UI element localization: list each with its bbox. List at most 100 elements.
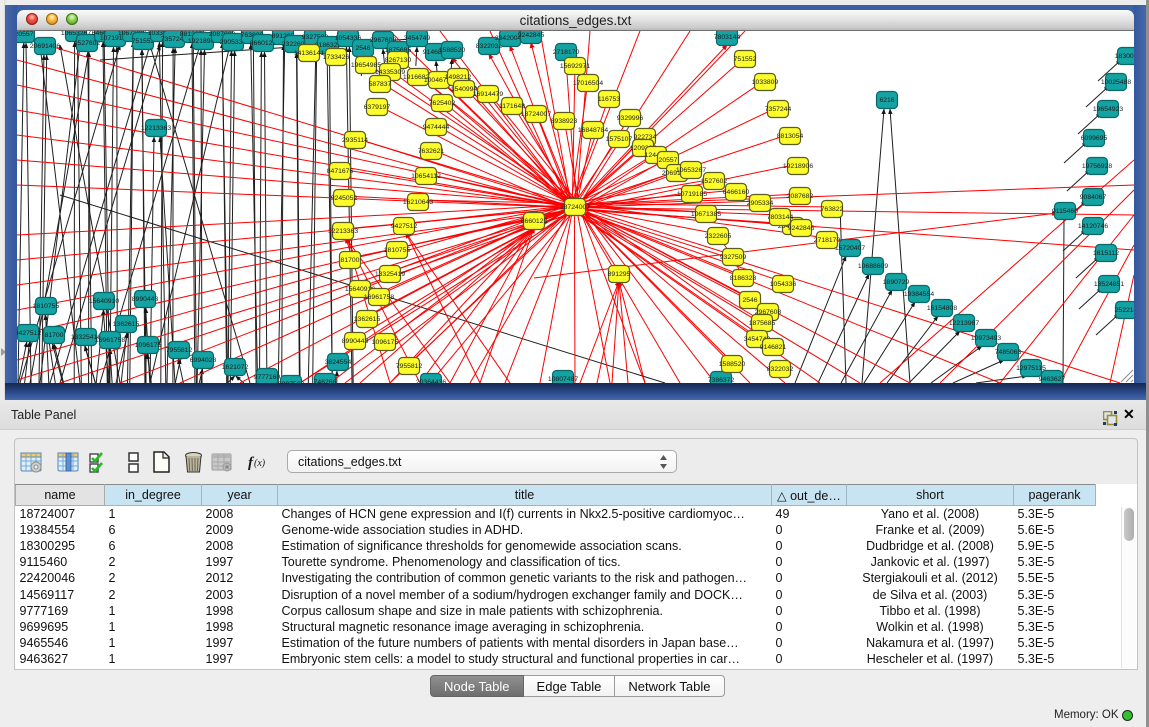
svg-text:9427512: 9427512: [391, 223, 418, 230]
svg-text:1875685: 1875685: [749, 320, 776, 327]
svg-text:116753: 116753: [598, 96, 620, 103]
svg-text:8186328: 8186328: [730, 275, 757, 282]
svg-text:10671385: 10671385: [691, 211, 721, 218]
svg-text:1362615: 1362615: [354, 316, 381, 323]
svg-text:2322605: 2322605: [705, 233, 732, 240]
svg-text:10688609: 10688609: [858, 263, 888, 270]
svg-text:1362615: 1362615: [113, 321, 140, 328]
svg-text:6897568: 6897568: [278, 381, 305, 383]
svg-text:1054336: 1054336: [770, 281, 797, 288]
svg-text:18724007: 18724007: [560, 204, 590, 211]
svg-text:6379197: 6379197: [364, 104, 391, 111]
svg-text:19654923: 19654923: [1093, 106, 1123, 113]
svg-text:16961758: 16961758: [95, 337, 125, 344]
svg-text:14136141: 14136141: [294, 50, 324, 57]
svg-text:10807487: 10807487: [548, 376, 578, 383]
svg-text:10654112: 10654112: [411, 173, 441, 180]
svg-text:10653267: 10653267: [676, 167, 706, 174]
svg-text:10025488: 10025488: [1101, 79, 1131, 86]
svg-text:12213363: 12213363: [141, 125, 171, 132]
svg-text:20557: 20557: [17, 31, 34, 38]
svg-text:746266: 746266: [314, 379, 337, 383]
svg-text:2718170: 2718170: [553, 49, 580, 56]
svg-text:1171648: 1171648: [499, 103, 525, 110]
svg-text:20364436: 20364436: [416, 379, 446, 383]
svg-text:7386372: 7386372: [708, 377, 735, 383]
svg-text:14120746: 14120746: [1078, 223, 1108, 230]
svg-text:587837: 587837: [369, 81, 392, 88]
svg-text:15692971: 15692971: [560, 63, 590, 70]
svg-text:1096175: 1096175: [135, 342, 162, 349]
svg-text:1615112: 1615112: [1093, 250, 1119, 257]
svg-text:8813054: 8813054: [777, 133, 804, 140]
svg-text:9777169: 9777169: [254, 374, 281, 381]
svg-text:763822: 763822: [821, 206, 844, 213]
svg-text:1621072: 1621072: [222, 364, 249, 371]
svg-text:19654985: 19654985: [351, 62, 381, 69]
svg-text:7485063: 7485063: [995, 349, 1022, 356]
svg-text:1527602: 1527602: [701, 178, 728, 185]
svg-text:8471676: 8471676: [327, 168, 354, 175]
svg-text:19756928: 19756928: [1082, 163, 1112, 170]
svg-text:20557: 20557: [659, 157, 678, 164]
svg-text:6994028: 6994028: [190, 357, 217, 364]
svg-text:8322032: 8322032: [767, 366, 794, 373]
svg-text:20691406: 20691406: [30, 43, 60, 50]
svg-text:2718170: 2718170: [814, 237, 841, 244]
svg-text:6466160: 6466160: [723, 189, 750, 196]
svg-text:7955812: 7955812: [396, 363, 423, 370]
svg-text:7955812: 7955812: [166, 347, 193, 354]
svg-text:81700: 81700: [341, 257, 360, 264]
svg-text:9329996: 9329996: [617, 115, 644, 122]
svg-text:8322032: 8322032: [476, 43, 503, 50]
svg-text:18724007: 18724007: [521, 111, 551, 118]
svg-text:6099695: 6099695: [1081, 135, 1108, 142]
svg-text:2905334: 2905334: [747, 200, 774, 207]
svg-text:2546: 2546: [742, 297, 757, 304]
svg-text:3824554: 3824554: [325, 359, 352, 366]
svg-text:1588520: 1588520: [439, 47, 466, 54]
svg-text:17016504: 17016504: [573, 80, 603, 87]
svg-text:1810755: 1810755: [384, 247, 411, 254]
svg-text:751552: 751552: [734, 56, 757, 63]
svg-text:13325419: 13325419: [375, 271, 405, 278]
svg-text:8990443: 8990443: [132, 296, 159, 303]
svg-text:7803144: 7803144: [767, 214, 794, 221]
svg-text:9084067: 9084067: [1080, 194, 1107, 201]
svg-text:9242845: 9242845: [788, 225, 815, 232]
svg-text:16154808: 16154808: [927, 305, 957, 312]
svg-text:16210643: 16210643: [403, 199, 433, 206]
svg-text:8990443: 8990443: [342, 338, 369, 345]
svg-text:9463627: 9463627: [1039, 376, 1066, 383]
svg-text:1890729: 1890729: [883, 279, 910, 286]
svg-text:9427512: 9427512: [17, 330, 41, 337]
svg-text:9474444: 9474444: [423, 124, 450, 131]
svg-text:7625402: 7625402: [429, 100, 456, 107]
svg-text:3454749: 3454749: [404, 35, 431, 42]
svg-text:16848784: 16848784: [578, 127, 608, 134]
svg-text:9115460: 9115460: [1052, 208, 1078, 215]
svg-text:15720407: 15720407: [835, 245, 865, 252]
svg-text:2935114: 2935114: [342, 137, 368, 144]
svg-text:891295: 891295: [608, 271, 631, 278]
svg-text:(x): (x): [254, 458, 266, 469]
svg-text:81700: 81700: [45, 332, 64, 339]
svg-text:12213363: 12213363: [328, 228, 358, 235]
svg-text:10973493: 10973493: [971, 335, 1001, 342]
svg-text:13524851: 13524851: [1094, 281, 1124, 288]
svg-text:9327509: 9327509: [720, 254, 747, 261]
svg-text:16961758: 16961758: [364, 294, 394, 301]
svg-text:9245052: 9245052: [331, 195, 358, 202]
svg-text:1810755: 1810755: [33, 303, 60, 310]
svg-text:2546: 2546: [355, 45, 370, 52]
svg-text:1830021: 1830021: [1115, 53, 1134, 60]
svg-text:16914479: 16914479: [473, 91, 503, 98]
svg-text:2087682: 2087682: [787, 193, 814, 200]
svg-text:8938923: 8938923: [551, 118, 578, 125]
svg-text:9242845: 9242845: [518, 32, 545, 39]
svg-text:12975115: 12975115: [1016, 365, 1046, 372]
svg-text:1575107: 1575107: [606, 136, 633, 143]
svg-text:252214: 252214: [1115, 307, 1134, 314]
svg-text:6216: 6216: [879, 97, 894, 104]
svg-text:7803144: 7803144: [714, 34, 741, 41]
